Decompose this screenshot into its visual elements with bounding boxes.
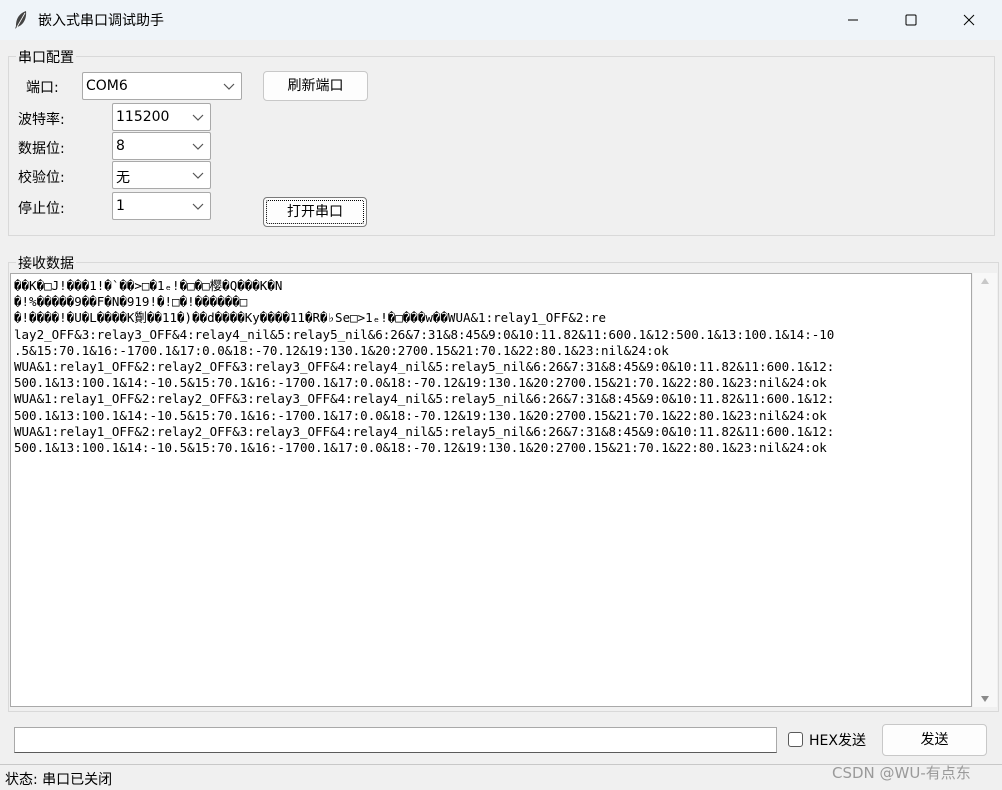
- parity-value: 无: [116, 170, 130, 186]
- hex-send-label[interactable]: HEX发送: [809, 730, 866, 750]
- serial-config-title: 串口配置: [16, 47, 76, 67]
- port-value: COM6: [86, 78, 128, 94]
- maximize-icon: [905, 14, 917, 26]
- chevron-down-icon: [192, 172, 204, 179]
- receive-line: .5&15:70.1&16:-1700.1&17:0.0&18:-70.12&1…: [14, 342, 669, 358]
- receive-scrollbar[interactable]: [973, 273, 997, 707]
- receive-text-area[interactable]: ��K�□J!���1!�`��>□�1ₑ!�□�□樱�Q���K�N �!%��…: [10, 273, 972, 707]
- send-input[interactable]: [14, 727, 777, 753]
- receive-line: ��K�□J!���1!�`��>□�1ₑ!�□�□樱�Q���K�N: [14, 278, 283, 293]
- parity-select[interactable]: 无: [112, 161, 211, 189]
- chevron-down-icon: [192, 203, 204, 210]
- maximize-button[interactable]: [888, 0, 934, 40]
- baud-rate-value: 115200: [116, 109, 170, 125]
- receive-line: WUA&1:relay1_OFF&2:relay2_OFF&3:relay3_O…: [14, 423, 835, 439]
- hex-send-checkbox[interactable]: [788, 732, 803, 747]
- stop-bits-select[interactable]: 1: [112, 192, 211, 220]
- receive-line: �!����!�U�L����K劕��11�)��d����Ky����11�R…: [14, 310, 606, 326]
- port-select[interactable]: COM6: [82, 72, 242, 100]
- receive-data-title: 接收数据: [16, 253, 76, 273]
- refresh-port-button[interactable]: 刷新端口: [263, 71, 368, 101]
- minimize-icon: [848, 19, 858, 21]
- baud-rate-select[interactable]: 115200: [112, 103, 211, 131]
- chevron-down-icon: [223, 83, 235, 90]
- stop-bits-label: 停止位:: [18, 201, 65, 217]
- data-bits-value: 8: [116, 138, 125, 154]
- receive-line: 500.1&13:100.1&14:-10.5&15:70.1&16:-1700…: [14, 407, 827, 423]
- receive-line: WUA&1:relay1_OFF&2:relay2_OFF&3:relay3_O…: [14, 359, 835, 375]
- data-bits-select[interactable]: 8: [112, 132, 211, 160]
- chevron-down-icon: [192, 143, 204, 150]
- stop-bits-value: 1: [116, 198, 125, 214]
- receive-line: 500.1&13:100.1&14:-10.5&15:70.1&16:-1700…: [14, 440, 827, 456]
- chevron-down-icon: [192, 114, 204, 121]
- feather-icon: [15, 11, 27, 29]
- receive-line: �!%�����9��F�N�919!�!□�!������□: [14, 294, 248, 310]
- close-button[interactable]: [946, 0, 992, 40]
- minimize-button[interactable]: [830, 0, 876, 40]
- refresh-port-label: 刷新端口: [287, 78, 344, 94]
- receive-line: WUA&1:relay1_OFF&2:relay2_OFF&3:relay3_O…: [14, 391, 835, 407]
- scroll-up-icon[interactable]: [980, 277, 990, 285]
- title-bar: 嵌入式串口调试助手: [0, 0, 1002, 40]
- window-title: 嵌入式串口调试助手: [38, 13, 164, 29]
- close-icon: [963, 14, 975, 26]
- receive-line: 500.1&13:100.1&14:-10.5&15:70.1&16:-1700…: [14, 375, 827, 391]
- baud-rate-label: 波特率:: [18, 112, 65, 128]
- receive-line: lay2_OFF&3:relay3_OFF&4:relay4_nil&5:rel…: [14, 326, 835, 342]
- send-button[interactable]: 发送: [882, 724, 987, 756]
- parity-label: 校验位:: [18, 170, 65, 186]
- status-text: 状态: 串口已关闭: [5, 772, 113, 788]
- open-port-button[interactable]: 打开串口: [263, 197, 367, 227]
- send-label: 发送: [920, 732, 949, 748]
- data-bits-label: 数据位:: [18, 141, 65, 157]
- port-label: 端口:: [26, 80, 59, 96]
- scroll-down-icon[interactable]: [980, 695, 990, 703]
- focus-ring: [266, 200, 364, 224]
- watermark: CSDN @WU-有点东: [832, 764, 971, 782]
